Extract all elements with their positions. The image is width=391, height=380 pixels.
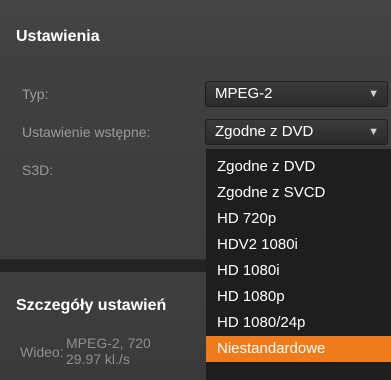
preset-select[interactable]: Zgodne z DVD ▼ xyxy=(205,119,388,145)
video-value-line1: MPEG-2, 720 xyxy=(66,335,151,351)
dropdown-option-highlighted[interactable]: Niestandardowe xyxy=(206,336,391,362)
s3d-label: S3D: xyxy=(22,162,54,178)
settings-title: Ustawienia xyxy=(16,28,100,45)
preset-dropdown-list[interactable]: Zgodne z DVD Zgodne z SVCD HD 720p HDV2 … xyxy=(206,149,391,380)
dropdown-option[interactable]: HD 1080i xyxy=(206,258,391,284)
details-title: Szczegóły ustawień xyxy=(16,297,167,314)
video-label: Wideo: xyxy=(20,344,64,360)
dropdown-option[interactable]: Zgodne z DVD xyxy=(206,154,391,180)
preset-select-value: Zgodne z DVD xyxy=(215,123,314,140)
type-select[interactable]: MPEG-2 ▼ xyxy=(205,81,388,107)
dropdown-option[interactable]: HD 720p xyxy=(206,206,391,232)
preset-label: Ustawienie wstępne: xyxy=(22,124,151,140)
dropdown-option[interactable]: HD 1080p xyxy=(206,284,391,310)
dropdown-option[interactable]: Zgodne z SVCD xyxy=(206,180,391,206)
chevron-down-icon: ▼ xyxy=(368,126,379,138)
dropdown-option[interactable]: HD 1080/24p xyxy=(206,310,391,336)
type-select-value: MPEG-2 xyxy=(215,85,273,102)
video-value-line2: 29.97 kl./s xyxy=(66,351,130,367)
video-value: MPEG-2, 720 29.97 kl./s xyxy=(66,335,206,367)
dropdown-option[interactable]: HDV2 1080i xyxy=(206,232,391,258)
chevron-down-icon: ▼ xyxy=(368,88,379,100)
type-label: Typ: xyxy=(22,86,49,102)
